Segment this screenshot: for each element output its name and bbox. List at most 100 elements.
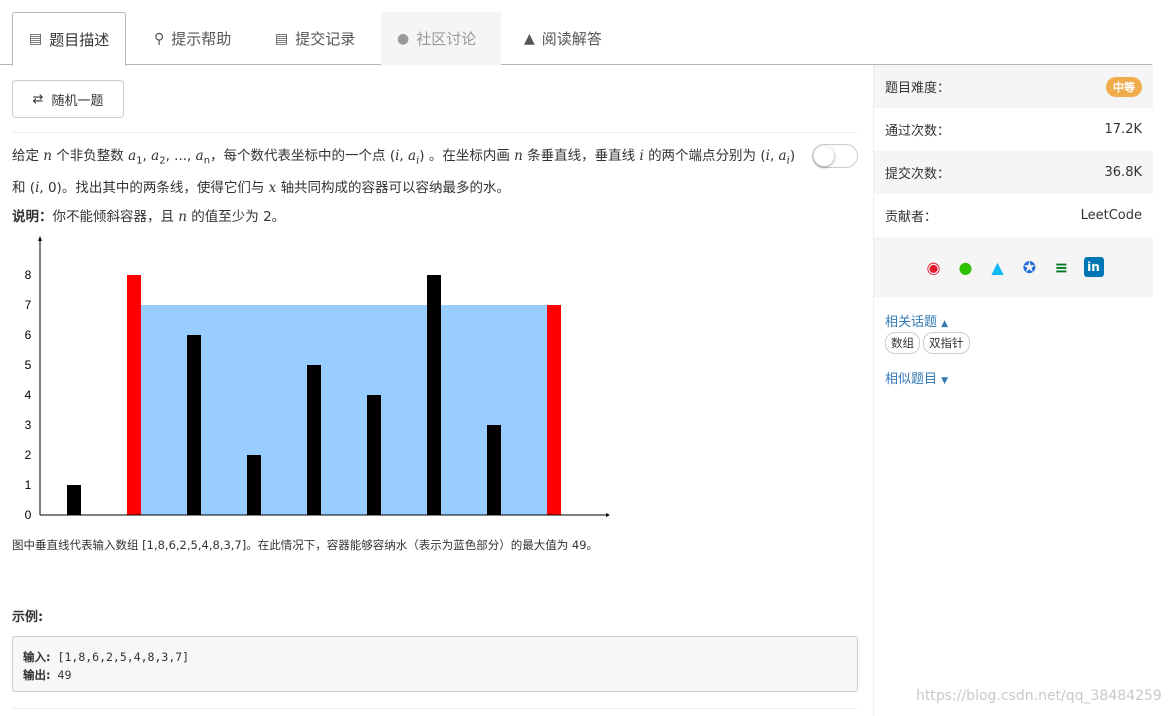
caret-up-icon: ▲ (941, 319, 949, 329)
problem-note: 说明：你不能倾斜容器，且 n 的值至少为 2。 (12, 205, 285, 225)
var-x: x (268, 179, 277, 196)
list-icon: ▤ (29, 31, 43, 47)
y-tick-label: 2 (25, 448, 32, 462)
tab-description[interactable]: ▤ 题目描述 (12, 12, 127, 66)
douban-icon[interactable]: ≡ (1052, 257, 1072, 277)
chart-bar (367, 395, 381, 515)
lightbulb-icon: ⚲ (154, 30, 165, 47)
chart-bar (67, 485, 81, 515)
difficulty-label: 题目难度： (885, 81, 951, 96)
desc-text: , (769, 148, 779, 164)
divider (12, 708, 858, 709)
related-topics-toggle[interactable]: 相关话题 ▲ (885, 311, 948, 330)
var-n: n (43, 148, 52, 164)
subscript: 2 (159, 155, 166, 167)
tab-solution[interactable]: ▲ 阅读解答 (508, 12, 618, 65)
contributor-value[interactable]: LeetCode (1081, 208, 1142, 223)
y-tick-label: 5 (25, 358, 32, 372)
desc-text: ) 。在坐标内画 (419, 148, 510, 164)
desc-text: , (399, 148, 409, 164)
example-input-line: 输入: [1,8,6,2,5,4,8,3,7] (23, 648, 847, 666)
var-a: a (408, 148, 417, 164)
note-text: 的值至少为 2。 (191, 209, 286, 225)
tab-submissions[interactable]: ▤ 提交记录 (259, 12, 371, 65)
accepted-label: 通过次数： (885, 124, 951, 139)
note-label: 说明： (12, 209, 53, 225)
similar-problems-toggle[interactable]: 相似题目 ▼ (885, 368, 948, 387)
desc-text: 条垂直线，垂直线 (527, 148, 636, 164)
tab-label: 提交记录 (295, 30, 356, 48)
desc-text: 的两个端点分别为 ( (648, 148, 766, 164)
wechat-icon[interactable]: ● (956, 257, 976, 277)
topic-tag-two-pointers[interactable]: 双指针 (923, 332, 970, 354)
chart-bar (427, 275, 441, 515)
difficulty-badge: 中等 (1106, 76, 1142, 97)
contributor-row: 贡献者： LeetCode (874, 194, 1153, 237)
related-topics-label: 相关话题 (885, 315, 938, 330)
var-a: a (128, 148, 137, 164)
submissions-row: 提交次数： 36.8K (874, 151, 1153, 194)
qq-icon[interactable]: ▲ (988, 257, 1008, 277)
var-a: a (778, 148, 787, 164)
weibo-icon[interactable]: ◉ (924, 257, 944, 277)
chart-bar (487, 425, 501, 515)
desc-text: ，每个数代表坐标中的一个点 ( (210, 148, 396, 164)
input-label: 输入: (23, 650, 51, 664)
output-label: 输出: (23, 668, 51, 682)
y-tick-label: 3 (25, 418, 32, 432)
y-tick-label: 1 (25, 478, 32, 492)
x-axis-arrow (606, 513, 610, 517)
output-value: 49 (57, 668, 72, 682)
example-block: 输入: [1,8,6,2,5,4,8,3,7] 输出: 49 (12, 636, 858, 692)
shuffle-icon: ⇄ (32, 91, 44, 107)
random-problem-button[interactable]: ⇄ 随机一题 (12, 80, 124, 118)
desc-text: , 0)。找出其中的两条线，使得它们与 (39, 179, 265, 196)
topic-tags: 数组 双指针 (885, 332, 970, 354)
share-bar: ◉ ● ▲ ✪ ≡ in (874, 237, 1153, 297)
tab-label: 提示帮助 (171, 30, 232, 48)
container-chart: 0 1 2 3 4 5 6 7 8 (25, 236, 610, 522)
tab-discuss[interactable]: ● 社区讨论 (381, 12, 501, 65)
divider (12, 132, 858, 133)
qzone-icon[interactable]: ✪ (1020, 257, 1040, 277)
example-output-line: 输出: 49 (23, 666, 847, 684)
tab-label: 社区讨论 (416, 30, 477, 48)
tab-hints[interactable]: ⚲ 提示帮助 (138, 12, 247, 65)
var-i: i (639, 148, 644, 164)
tab-label: 题目描述 (49, 30, 110, 49)
chart-bar (247, 455, 261, 515)
y-tick-label: 4 (25, 388, 32, 402)
note-text: 你不能倾斜容器，且 (52, 209, 175, 225)
linkedin-icon[interactable]: in (1083, 257, 1104, 277)
desc-text: 给定 (12, 148, 39, 164)
example-title: 示例: (12, 610, 44, 625)
chart-bar (187, 335, 201, 515)
submissions-label: 提交次数： (885, 167, 951, 182)
difficulty-row: 题目难度： 中等 (874, 65, 1153, 108)
topic-tag-array[interactable]: 数组 (885, 332, 920, 354)
y-tick-label: 6 (25, 328, 32, 342)
toggle-knob (814, 146, 834, 166)
toggle-switch[interactable] (812, 144, 858, 168)
desc-text: ... (174, 148, 188, 164)
chart-bar (547, 305, 561, 515)
random-problem-label: 随机一题 (51, 93, 104, 109)
subscript: 1 (136, 155, 143, 167)
y-tick-label: 7 (25, 298, 32, 312)
comments-icon: ● (397, 30, 410, 47)
input-value: [1,8,6,2,5,4,8,3,7] (57, 650, 190, 664)
accepted-row: 通过次数： 17.2K (874, 108, 1153, 151)
tab-bar: ▤ 题目描述 ⚲ 提示帮助 ▤ 提交记录 ● 社区讨论 ▲ 阅读解答 (0, 0, 1152, 66)
accepted-value: 17.2K (1104, 122, 1142, 137)
file-code-icon: ▤ (275, 30, 289, 47)
var-a: a (151, 148, 160, 164)
similar-problems-label: 相似题目 (885, 372, 938, 387)
chart-bar (127, 275, 141, 515)
problem-sidebar: 题目难度： 中等 通过次数： 17.2K 提交次数： 36.8K 贡献者： Le… (873, 65, 1153, 716)
y-tick-label: 0 (25, 508, 32, 522)
y-tick-label: 8 (25, 268, 32, 282)
chart-caption: 图中垂直线代表输入数组 [1,8,6,2,5,4,8,3,7]。在此情况下，容器… (12, 538, 599, 552)
tab-label: 阅读解答 (541, 30, 602, 48)
caret-down-icon: ▼ (941, 376, 949, 386)
var-n: n (514, 148, 523, 164)
